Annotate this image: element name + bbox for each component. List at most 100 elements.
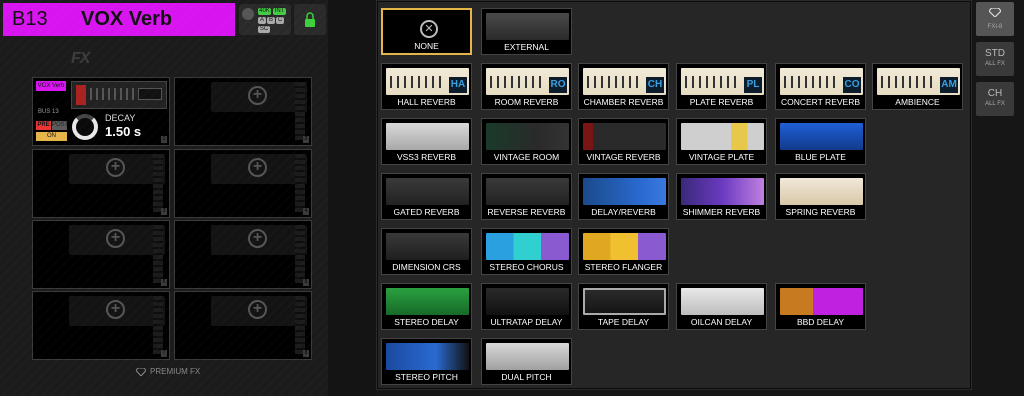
mini-label-40k: 40K	[258, 8, 271, 15]
tab-title: STD	[985, 48, 1005, 59]
fx-tile-label: OILCAN DELAY	[690, 317, 753, 327]
fx-tile-stereo-flanger[interactable]: STEREO FLANGER	[578, 228, 669, 275]
tab-std[interactable]: STD ALL FX	[976, 42, 1014, 76]
diamond-icon	[136, 367, 146, 376]
fx-tile-label: VINTAGE ROOM	[493, 152, 560, 162]
fx-tile-stereo-delay[interactable]: STEREO DELAY	[381, 283, 472, 330]
tab-fxi-8[interactable]: FXI-8	[976, 2, 1014, 36]
fx-tile-vintage-room[interactable]: VINTAGE ROOM	[481, 118, 572, 165]
fx-tile-blue-plate[interactable]: BLUE PLATE	[775, 118, 866, 165]
mini-label-int: INT	[273, 8, 286, 15]
none-icon: ✕	[420, 20, 438, 38]
add-fx-icon: +	[106, 229, 125, 248]
fx-tile-label: CHAMBER REVERB	[583, 97, 664, 107]
fx-tile-reverse-reverb[interactable]: REVERSE REVERB	[481, 173, 572, 220]
fx-tile-label: STEREO CHORUS	[489, 262, 564, 272]
lock-button[interactable]	[294, 4, 326, 35]
tab-label: ALL FX	[985, 101, 1005, 107]
fx-tile-oilcan-delay[interactable]: OILCAN DELAY	[676, 283, 767, 330]
slot-number: 4	[303, 208, 309, 215]
fx-tile-label: NONE	[414, 41, 439, 51]
mini-label-a: A	[258, 17, 266, 24]
fx-tile-vss3-reverb[interactable]: VSS3 REVERB	[381, 118, 472, 165]
fx-slot-6[interactable]: + 6	[174, 220, 312, 289]
header-mini-controls[interactable]: 40K INT A B C SC	[239, 4, 291, 35]
fx-tile-concert-reverb[interactable]: CO CONCERT REVERB	[775, 63, 866, 110]
add-fx-icon: +	[106, 300, 125, 319]
fx-tile-dimension-crs[interactable]: DIMENSION CRS	[381, 228, 472, 275]
fx-tile-room-reverb[interactable]: RO ROOM REVERB	[481, 63, 572, 110]
fx-slot-7[interactable]: + 7	[32, 291, 170, 360]
fx-slot-1[interactable]: VOX Verb BUS 13 PRE POST ON DECAY 1.50 s…	[32, 77, 170, 146]
fx-tile-none[interactable]: ✕ NONE	[381, 8, 472, 55]
fx-slot-8[interactable]: + 8	[174, 291, 312, 360]
add-fx-icon: +	[106, 158, 125, 177]
diamond-icon	[988, 7, 1002, 18]
fx-tile-stereo-pitch[interactable]: STEREO PITCH	[381, 338, 472, 385]
fx-tile-label: REVERSE REVERB	[487, 207, 566, 217]
fx-tile-label: VINTAGE REVERB	[586, 152, 661, 162]
slot-number: 3	[161, 208, 167, 215]
fx-slot-4[interactable]: + 4	[174, 149, 312, 218]
background-strip	[328, 0, 376, 396]
tab-label: FXI-8	[987, 24, 1003, 30]
slot-number: 5	[161, 279, 167, 286]
premium-fx-label: PREMIUM FX	[136, 367, 200, 376]
post-button[interactable]: POST	[52, 121, 68, 130]
param-name: DECAY	[105, 113, 136, 123]
external-thumbnail	[486, 13, 569, 40]
fx-tile-label: DELAY/REVERB	[591, 207, 656, 217]
fx-tile-delay-reverb[interactable]: DELAY/REVERB	[578, 173, 669, 220]
fx-picker-panel: ✕ NONE EXTERNAL HA HALL REVERB RO ROOM R…	[378, 2, 970, 388]
fx-tile-gated-reverb[interactable]: GATED REVERB	[381, 173, 472, 220]
fx-tile-label: PLATE REVERB	[689, 97, 754, 107]
fx-tile-tape-delay[interactable]: TAPE DELAY	[578, 283, 669, 330]
fx-slot-3[interactable]: + 3	[32, 149, 170, 218]
fx-tile-external[interactable]: EXTERNAL	[481, 8, 572, 55]
slot-number: 7	[161, 350, 167, 357]
fx-tile-label: HALL REVERB	[397, 97, 456, 107]
pre-button[interactable]: PRE	[36, 121, 51, 130]
fx-tile-label: EXTERNAL	[504, 42, 549, 52]
fx-tile-label: SPRING REVERB	[785, 207, 856, 217]
fx-tile-dual-pitch[interactable]: DUAL PITCH	[481, 338, 572, 385]
channel-header: B13 VOX Verb	[3, 3, 235, 36]
fx-tile-label: VINTAGE PLATE	[688, 152, 755, 162]
fx-tile-label: TAPE DELAY	[597, 317, 650, 327]
channel-title[interactable]: VOX Verb	[81, 8, 172, 31]
fx-slot-2[interactable]: + 2	[174, 77, 312, 146]
fx-tile-label: BLUE PLATE	[795, 152, 846, 162]
fx-tile-chamber-reverb[interactable]: CH CHAMBER REVERB	[578, 63, 669, 110]
decay-knob[interactable]	[72, 114, 98, 140]
premium-fx-text: PREMIUM FX	[150, 367, 201, 376]
fx-tile-vintage-reverb[interactable]: VINTAGE REVERB	[578, 118, 669, 165]
fx-tile-ultratap-delay[interactable]: ULTRATAP DELAY	[481, 283, 572, 330]
mini-label-sc: SC	[258, 26, 270, 33]
fx-tile-ambience[interactable]: AM AMBIENCE	[872, 63, 963, 110]
lock-icon	[305, 11, 315, 27]
fx-slots-panel: B13 VOX Verb 40K INT A B C SC FX VOX Ver…	[0, 0, 328, 396]
tab-ch[interactable]: CH ALL FX	[976, 82, 1014, 116]
add-fx-icon: +	[248, 86, 267, 105]
fx-tile-hall-reverb[interactable]: HA HALL REVERB	[381, 63, 472, 110]
fx-tile-shimmer-reverb[interactable]: SHIMMER REVERB	[676, 173, 767, 220]
fx-tile-vintage-plate[interactable]: VINTAGE PLATE	[676, 118, 767, 165]
slot-number: 8	[303, 350, 309, 357]
fx-tile-bbd-delay[interactable]: BBD DELAY	[775, 283, 866, 330]
slot-number: 6	[303, 279, 309, 286]
category-tabs: FXI-8 STD ALL FX CH ALL FX	[972, 0, 1024, 396]
fx-slot-5[interactable]: + 5	[32, 220, 170, 289]
param-value: 1.50 s	[105, 124, 142, 139]
fx-tile-spring-reverb[interactable]: SPRING REVERB	[775, 173, 866, 220]
slot-number: 1	[161, 136, 167, 143]
tab-label: ALL FX	[985, 61, 1005, 67]
fx-tile-plate-reverb[interactable]: PL PLATE REVERB	[676, 63, 767, 110]
fx-tile-label: ROOM REVERB	[494, 97, 559, 107]
fx-tile-label: SHIMMER REVERB	[682, 207, 761, 217]
fx-tile-label: DIMENSION CRS	[392, 262, 461, 272]
fx-tile-label: ULTRATAP DELAY	[490, 317, 563, 327]
fx-tile-stereo-chorus[interactable]: STEREO CHORUS	[481, 228, 572, 275]
add-fx-icon: +	[248, 158, 267, 177]
on-button[interactable]: ON	[36, 132, 67, 141]
bus-number: B13	[12, 8, 48, 30]
